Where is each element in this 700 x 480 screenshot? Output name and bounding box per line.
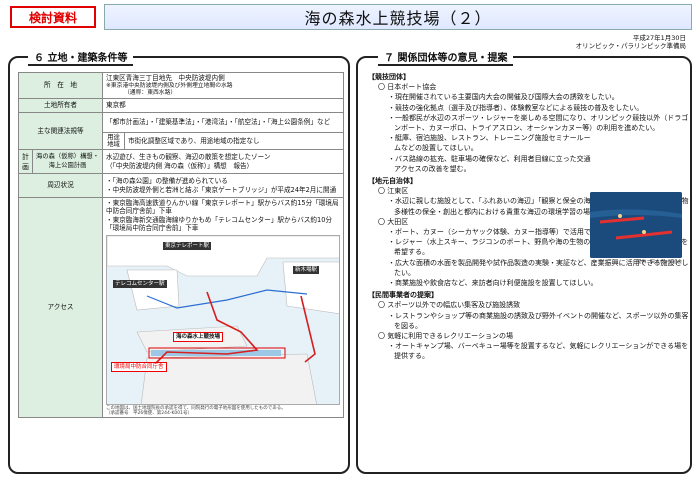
surround-cell: ・「海の森公園」の整備が進められている ・中央防波堤外側と若洲と結ぶ「東京ゲート… <box>102 173 344 198</box>
site-conditions-title: ６ 立地・建築条件等 <box>28 49 134 66</box>
owner-value: 東京都 <box>102 98 344 113</box>
row-access: アクセス ・東京臨海高速鉄道りんかい線「東京テレポート」駅からバス約15分「環境… <box>18 196 344 419</box>
opinion-item: ・バス路線の拡充、駐車場の確保など、利用者目線に立った交通アクセスの改善を望む。 <box>388 154 591 173</box>
site-conditions-panel: ６ 立地・建築条件等 所 在 地 江東区青海三丁目地先 中央防波堤内側 ※東京港… <box>8 49 350 474</box>
opinion-item: ・オートキャンプ場、バーベキュー場等を設置するなど、気軽にレクリエーションができ… <box>388 342 689 361</box>
location-note1: ※東京港中央防波堤内側及び外側埋立地間の水路 <box>106 82 233 89</box>
location-note2: （通称：東西水路） <box>124 89 177 96</box>
map-label-shinkiba: 新木場駅 <box>293 265 320 275</box>
row-plan: 計画 海の森（仮称）構想・海上公園計画 水辺遊び、生きもの観察、海辺の散策を想定… <box>18 149 344 174</box>
location-label: 所 在 地 <box>18 72 103 99</box>
rowing-photo <box>590 192 682 258</box>
site-conditions-table: 所 在 地 江東区青海三丁目地先 中央防波堤内側 ※東京港中央防波堤内側及び外側… <box>18 72 344 419</box>
review-document-stamp: 検討資料 <box>10 6 96 28</box>
laws-label: 主な関連法規等 <box>18 112 103 150</box>
row-location: 所 在 地 江東区青海三丁目地先 中央防波堤内側 ※東京港中央防波堤内側及び外側… <box>18 72 344 99</box>
opinion-group-title: 【地元自治体】 <box>368 177 417 186</box>
map-graphic <box>107 235 339 404</box>
title-bar: 海の森水上競技場（２） <box>104 4 692 30</box>
map-land-outer <box>140 353 317 404</box>
zone-key-2: 地域 <box>107 141 120 148</box>
plan-v1: 計 <box>22 152 29 161</box>
opinion-group-title: 【競技団体】 <box>368 73 410 81</box>
zone-key-1: 用途 <box>107 134 120 141</box>
plan-cell: 水辺遊び、生きもの観察、海辺の散策を想定したゾーン （「中央防波堤内側 海の森（… <box>102 149 344 174</box>
opinion-item: ・競技の強化拠点（選手及び指導者）、体験教室などによる競技の普及をしたい。 <box>388 103 644 112</box>
surround-1: ・「海の森公園」の整備が進められている <box>106 177 228 186</box>
access-2: ・東京臨海新交通臨海線ゆりかもめ「テレコムセンター」駅からバス約10分「環境局中… <box>106 215 332 233</box>
opinion-org: 〇 気軽に利用できるレクリエーションの場 <box>378 332 513 341</box>
plan-value1: 水辺遊び、生きもの観察、海辺の散策を想定したゾーン <box>106 153 271 162</box>
row-laws: 主な関連法規等 「都市計画法」・「建築基準法」・「港湾法」・「航空法」・「海上公… <box>18 112 344 150</box>
opinion-item: ・一般都民が水辺のスポーツ・レジャーを楽しめる空間になり、オリンピック競技以外（… <box>388 113 689 133</box>
owner-label: 土地所有者 <box>18 98 103 113</box>
surround-label: 周辺状況 <box>18 173 103 198</box>
row-surroundings: 周辺状況 ・「海の森公園」の整備が進められている ・中央防波堤外側と若洲と結ぶ「… <box>18 173 344 198</box>
plan-vertical-label: 計画 <box>18 149 33 174</box>
date-text: 平成27年1月30日 <box>632 34 686 42</box>
map-label-station2: テレコムセンター駅 <box>113 279 167 289</box>
opinions-title: ７ 関係団体等の意見・提案 <box>378 49 514 66</box>
opinion-item: ・現在開催されている主要国内大会の開催及び国際大会の誘致をしたい。 <box>388 93 619 102</box>
opinion-org: 〇 スポーツ以外での幅広い集客及び施設誘致 <box>378 301 521 310</box>
map-note-2: （承認番号 平26情使、第244-K001号） <box>106 410 192 416</box>
access-cell: ・東京臨海高速鉄道りんかい線「東京テレポート」駅からバス約15分「環境局中防合同… <box>102 196 344 419</box>
paddler-icon <box>618 214 622 218</box>
plan-label: 海の森（仮称）構想・海上公園計画 <box>32 149 103 174</box>
date-block: 平成27年1月30日 オリンピック・パラリンピック準備局 <box>576 34 686 50</box>
opinions-panel: ７ 関係団体等の意見・提案 【競技団体】〇 日本ボート協会 ・現在開催されている主… <box>356 49 692 474</box>
paddler-icon <box>642 230 646 234</box>
map-label-station1: 東京テレポート駅 <box>163 241 212 251</box>
page-title: 海の森水上競技場（２） <box>304 9 492 28</box>
laws-value: 「都市計画法」・「建築基準法」・「港湾法」・「航空法」・「海上公園条例」など <box>102 112 344 133</box>
zone-value: 市街化調整区域であり、用途地域の指定なし <box>124 132 344 150</box>
opinion-item: ・商業施設や飲食店など、来訪者向け利便施設を設置してほしい。 <box>388 279 598 288</box>
opinion-group-title: 【民間事業者の提案】 <box>368 291 438 300</box>
rowing-photo-graphic <box>590 192 682 258</box>
department-text: オリンピック・パラリンピック準備局 <box>575 42 686 50</box>
photo-water <box>590 192 682 258</box>
access-label: アクセス <box>18 196 103 419</box>
opinion-item: ・艇庫、宿泊施設、レストラン、トレーニング施設セミナールームなどの設置してほしい… <box>388 134 591 153</box>
plan-value2: （「中央防波堤内側 海の森（仮称）」構想 報告） <box>106 161 254 170</box>
location-cell: 江東区青海三丁目地先 中央防波堤内側 ※東京港中央防波堤内側及び外側埋立地間の水… <box>102 72 344 99</box>
opinion-org: 〇 日本ボート協会 <box>378 83 437 92</box>
map-label-venue: 海の森水上競技場 <box>173 331 224 343</box>
row-owner: 土地所有者 東京都 <box>18 98 344 113</box>
location-value: 江東区青海三丁目地先 中央防波堤内側 <box>106 74 225 83</box>
plan-v2: 画 <box>22 162 29 171</box>
access-1: ・東京臨海高速鉄道りんかい線「東京テレポート」駅からバス約15分「環境局中防合同… <box>106 199 339 216</box>
zone-key: 用途 地域 <box>102 132 125 150</box>
photo-caption: 提供：日本ボート協会 <box>637 260 682 265</box>
access-map: 東京テレポート駅 テレコムセンター駅 新木場駅 海の森水上競技場 環境局中防合同… <box>106 234 340 405</box>
surround-2: ・中央防波堤外側と若洲と結ぶ「東京ゲートブリッジ」が平成24年2月に開通 <box>106 185 337 194</box>
opinion-item: ・レストランやショップ等の商業施設の誘致及び野外イベントの開催など、スポーツ以外… <box>388 311 689 330</box>
map-label-bus-stop: 環境局中防合同庁舎 <box>111 361 167 373</box>
